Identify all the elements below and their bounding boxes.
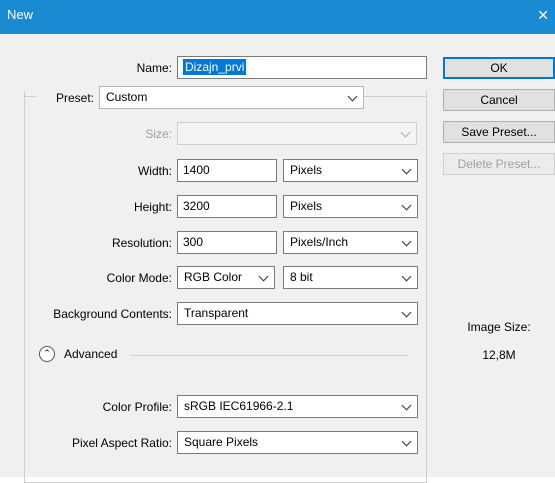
- height-unit-value: Pixels: [290, 199, 323, 213]
- background-contents-select[interactable]: Transparent: [177, 302, 418, 325]
- window-title: New: [7, 7, 34, 22]
- width-unit-value: Pixels: [290, 163, 323, 177]
- ok-button[interactable]: OK: [443, 57, 555, 79]
- size-select[interactable]: [177, 122, 417, 145]
- height-value: 3200: [183, 199, 210, 213]
- chevron-down-icon: [401, 236, 412, 247]
- chevron-down-icon: [347, 91, 358, 102]
- name-value: Dizajn_prvi: [183, 59, 247, 75]
- size-label: Size:: [145, 127, 172, 141]
- bit-depth-value: 8 bit: [290, 270, 313, 284]
- color-profile-label: Color Profile:: [102, 400, 172, 414]
- advanced-label[interactable]: Advanced: [64, 347, 117, 361]
- resolution-value: 300: [183, 235, 204, 249]
- close-icon[interactable]: ✕: [537, 8, 549, 22]
- width-label: Width:: [137, 164, 172, 178]
- preset-select[interactable]: Custom: [99, 86, 364, 109]
- pixel-aspect-ratio-value: Square Pixels: [184, 435, 259, 449]
- title-bar: New ✕: [0, 0, 555, 34]
- bit-depth-select[interactable]: 8 bit: [283, 266, 418, 289]
- chevron-down-icon: [401, 164, 412, 175]
- resolution-label: Resolution:: [111, 236, 172, 250]
- chevron-down-icon: [401, 400, 412, 411]
- pixel-aspect-ratio-label: Pixel Aspect Ratio:: [71, 436, 172, 450]
- preset-value: Custom: [106, 90, 148, 104]
- width-input[interactable]: 1400: [177, 159, 277, 182]
- preset-label: Preset:: [55, 91, 94, 105]
- color-mode-select[interactable]: RGB Color: [177, 266, 275, 289]
- resolution-input[interactable]: 300: [177, 231, 277, 254]
- color-mode-label: Color Mode:: [106, 271, 172, 285]
- chevron-down-icon: [400, 127, 411, 138]
- color-profile-value: sRGB IEC61966-2.1: [184, 399, 294, 413]
- color-profile-select[interactable]: sRGB IEC61966-2.1: [177, 395, 418, 418]
- chevron-down-icon: [401, 271, 412, 282]
- height-label: Height:: [133, 200, 172, 214]
- background-contents-value: Transparent: [184, 306, 249, 320]
- chevron-down-icon: [401, 200, 412, 211]
- chevron-down-icon: [401, 436, 412, 447]
- new-document-dialog: Name: Dizajn_prvi Preset: Custom Size: W…: [0, 34, 555, 483]
- resolution-unit-select[interactable]: Pixels/Inch: [283, 231, 418, 254]
- resolution-unit-value: Pixels/Inch: [290, 235, 349, 249]
- height-unit-select[interactable]: Pixels: [283, 195, 418, 218]
- width-unit-select[interactable]: Pixels: [283, 159, 418, 182]
- image-size-value: 12,8M: [482, 348, 516, 362]
- name-input[interactable]: Dizajn_prvi: [177, 56, 427, 79]
- save-preset-button[interactable]: Save Preset...: [443, 121, 555, 143]
- width-value: 1400: [183, 163, 210, 177]
- background-contents-label: Background Contents:: [53, 307, 172, 321]
- chevron-up-double-icon[interactable]: ⌃: [39, 346, 55, 362]
- advanced-divider: [130, 355, 408, 356]
- height-input[interactable]: 3200: [177, 195, 277, 218]
- cancel-button[interactable]: Cancel: [443, 89, 555, 111]
- name-label: Name:: [136, 61, 172, 75]
- delete-preset-button[interactable]: Delete Preset...: [443, 153, 555, 175]
- color-mode-value: RGB Color: [184, 270, 243, 284]
- chevron-down-icon: [258, 271, 269, 282]
- chevron-down-icon: [401, 307, 412, 318]
- pixel-aspect-ratio-select[interactable]: Square Pixels: [177, 431, 418, 454]
- image-size-label: Image Size:: [467, 320, 531, 334]
